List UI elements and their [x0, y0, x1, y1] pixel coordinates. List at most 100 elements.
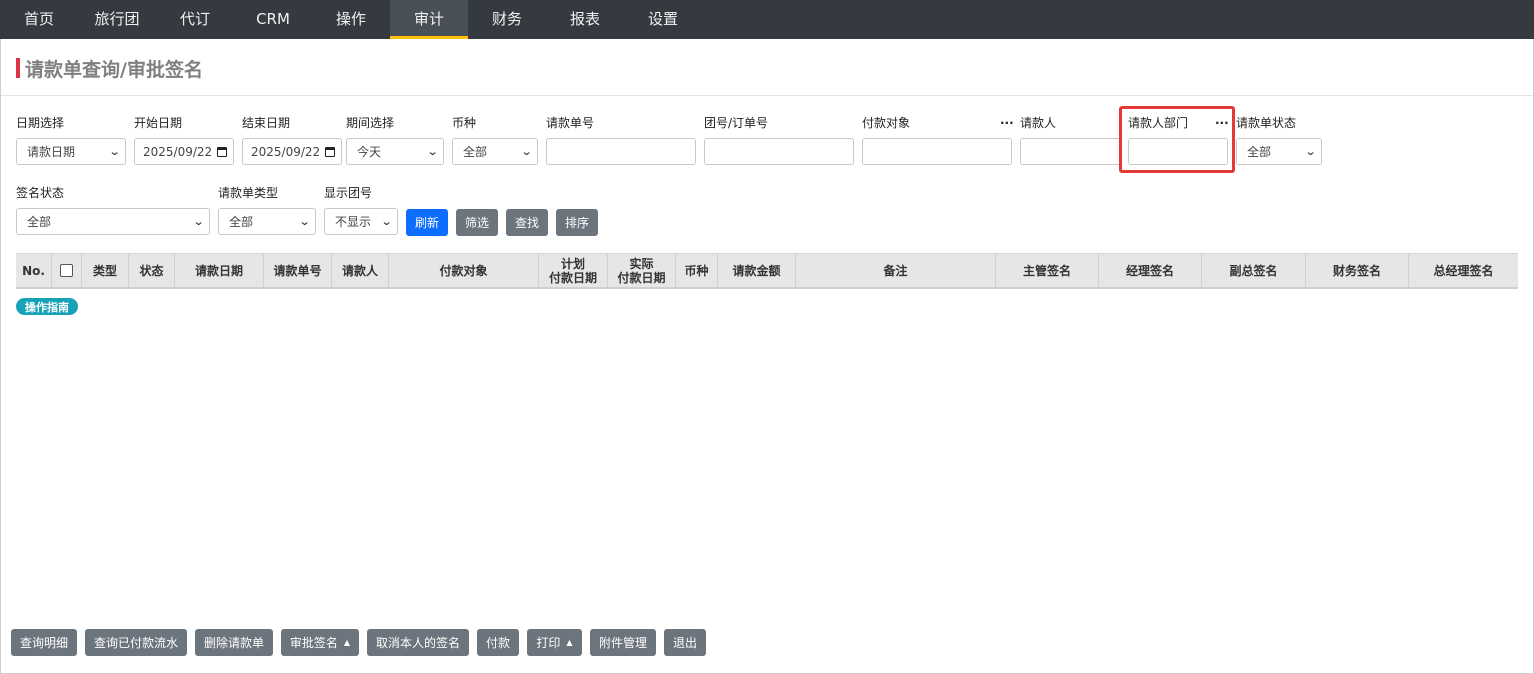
- nav-item-settings[interactable]: 设置: [624, 0, 702, 39]
- requester-dept-highlight: [1119, 106, 1235, 173]
- nav-item-reports[interactable]: 报表: [546, 0, 624, 39]
- nav-item-finance[interactable]: 财务: [468, 0, 546, 39]
- period-label: 期间选择: [346, 116, 395, 130]
- group-order-no-input[interactable]: [704, 138, 854, 165]
- col-currency[interactable]: 币种: [676, 254, 718, 287]
- title-accent-bar: [16, 58, 20, 78]
- col-planned-pay-date-line1: 计划: [560, 256, 585, 271]
- request-type-label: 请款单类型: [218, 186, 279, 200]
- show-group-no-label: 显示团号: [324, 186, 373, 200]
- search-button[interactable]: 查找: [506, 209, 548, 236]
- col-status[interactable]: 状态: [129, 254, 175, 287]
- approve-sign-button[interactable]: 审批签名 ▲: [281, 629, 359, 656]
- col-manager-sign[interactable]: 经理签名: [1099, 254, 1202, 287]
- select-all-checkbox[interactable]: [60, 264, 73, 277]
- print-button[interactable]: 打印 ▲: [527, 629, 582, 656]
- date-select-label: 日期选择: [16, 116, 65, 130]
- caret-up-icon: ▲: [343, 638, 351, 647]
- print-label: 打印: [536, 636, 561, 650]
- col-planned-pay-date-line2: 付款日期: [548, 270, 597, 285]
- chevron-down-icon: ⌄: [426, 145, 439, 158]
- col-no[interactable]: No.: [16, 254, 52, 287]
- nav-item-home[interactable]: 首页: [0, 0, 78, 39]
- calendar-icon[interactable]: [325, 146, 335, 157]
- period-value: 今天: [357, 145, 382, 159]
- group-order-no-label: 团号/订单号: [704, 116, 769, 130]
- start-date-label: 开始日期: [134, 116, 183, 130]
- cancel-my-sign-button[interactable]: 取消本人的签名: [367, 629, 469, 656]
- nav-item-booking[interactable]: 代订: [156, 0, 234, 39]
- col-finance-sign[interactable]: 财务签名: [1306, 254, 1409, 287]
- filter-button[interactable]: 筛选: [456, 209, 498, 236]
- sign-status-value: 全部: [27, 215, 52, 229]
- attachment-button[interactable]: 附件管理: [590, 629, 656, 656]
- request-status-dropdown[interactable]: 全部 ⌄: [1236, 138, 1322, 165]
- caret-up-icon: ▲: [566, 638, 573, 647]
- chevron-down-icon: ⌄: [1304, 145, 1317, 158]
- end-date-label: 结束日期: [242, 116, 291, 130]
- request-status-value: 全部: [1247, 145, 1272, 159]
- col-request-no[interactable]: 请款单号: [264, 254, 332, 287]
- approve-sign-label: 审批签名: [289, 636, 338, 650]
- pay-button[interactable]: 付款: [477, 629, 519, 656]
- col-request-date[interactable]: 请款日期: [175, 254, 264, 287]
- calendar-icon[interactable]: [217, 146, 227, 157]
- nav-item-audit[interactable]: 审计: [390, 0, 468, 39]
- col-gm-sign[interactable]: 总经理签名: [1409, 254, 1518, 287]
- start-date-value: 2025/09/22: [143, 144, 213, 159]
- col-deputy-gm-sign[interactable]: 副总签名: [1202, 254, 1306, 287]
- nav-item-operation[interactable]: 操作: [312, 0, 390, 39]
- exit-button[interactable]: 退出: [664, 629, 706, 656]
- chevron-down-icon: ⌄: [108, 145, 121, 158]
- payee-input[interactable]: [862, 138, 1012, 165]
- col-type[interactable]: 类型: [82, 254, 129, 287]
- sign-status-label: 签名状态: [16, 186, 65, 200]
- operation-guide-badge[interactable]: 操作指南: [16, 298, 78, 315]
- currency-dropdown[interactable]: 全部 ⌄: [452, 138, 538, 165]
- currency-label: 币种: [452, 116, 477, 130]
- sort-button[interactable]: 排序: [556, 209, 598, 236]
- sign-status-dropdown[interactable]: 全部 ⌄: [16, 208, 210, 235]
- nav-item-tour-group[interactable]: 旅行团: [78, 0, 156, 39]
- end-date-value: 2025/09/22: [251, 144, 321, 159]
- col-actual-pay-date-line1: 实际: [629, 256, 654, 271]
- refresh-button[interactable]: 刷新: [406, 209, 448, 236]
- date-select-value: 请款日期: [27, 145, 76, 159]
- request-no-input[interactable]: [546, 138, 696, 165]
- request-type-value: 全部: [229, 215, 254, 229]
- end-date-input[interactable]: 2025/09/22: [242, 138, 342, 165]
- col-requester[interactable]: 请款人: [332, 254, 389, 287]
- col-supervisor-sign[interactable]: 主管签名: [996, 254, 1099, 287]
- start-date-input[interactable]: 2025/09/22: [134, 138, 234, 165]
- request-type-dropdown[interactable]: 全部 ⌄: [218, 208, 316, 235]
- request-status-label: 请款单状态: [1236, 116, 1297, 130]
- request-no-label: 请款单号: [546, 116, 595, 130]
- col-amount[interactable]: 请款金额: [718, 254, 796, 287]
- chevron-down-icon: ⌄: [380, 215, 393, 228]
- col-planned-pay-date[interactable]: 计划 付款日期: [539, 254, 608, 287]
- show-group-no-value: 不显示: [335, 215, 372, 229]
- nav-item-crm[interactable]: CRM: [234, 0, 312, 39]
- top-nav: 首页 旅行团 代订 CRM 操作 审计 财务 报表 设置: [0, 0, 1534, 39]
- currency-value: 全部: [463, 145, 488, 159]
- chevron-down-icon: ⌄: [298, 215, 311, 228]
- query-paid-flow-button[interactable]: 查询已付款流水: [85, 629, 187, 656]
- page-frame: [0, 39, 1534, 674]
- show-group-no-dropdown[interactable]: 不显示 ⌄: [324, 208, 398, 235]
- requester-label: 请款人: [1020, 116, 1057, 130]
- page-header: 请款单查询/审批签名: [16, 57, 203, 81]
- col-actual-pay-date-line2: 付款日期: [617, 270, 666, 285]
- payee-label: 付款对象: [862, 116, 911, 130]
- requester-input[interactable]: [1020, 138, 1122, 165]
- period-dropdown[interactable]: 今天 ⌄: [346, 138, 444, 165]
- delete-request-button[interactable]: 删除请款单: [195, 629, 273, 656]
- page-title: 请款单查询/审批签名: [25, 58, 203, 81]
- col-remark[interactable]: 备注: [796, 254, 996, 287]
- chevron-down-icon: ⌄: [192, 215, 205, 228]
- query-detail-button[interactable]: 查询明细: [11, 629, 77, 656]
- col-actual-pay-date[interactable]: 实际 付款日期: [608, 254, 676, 287]
- date-select-dropdown[interactable]: 请款日期 ⌄: [16, 138, 126, 165]
- col-select-all: [52, 254, 82, 287]
- payee-more-button[interactable]: ...: [1000, 113, 1014, 127]
- col-payee[interactable]: 付款对象: [389, 254, 539, 287]
